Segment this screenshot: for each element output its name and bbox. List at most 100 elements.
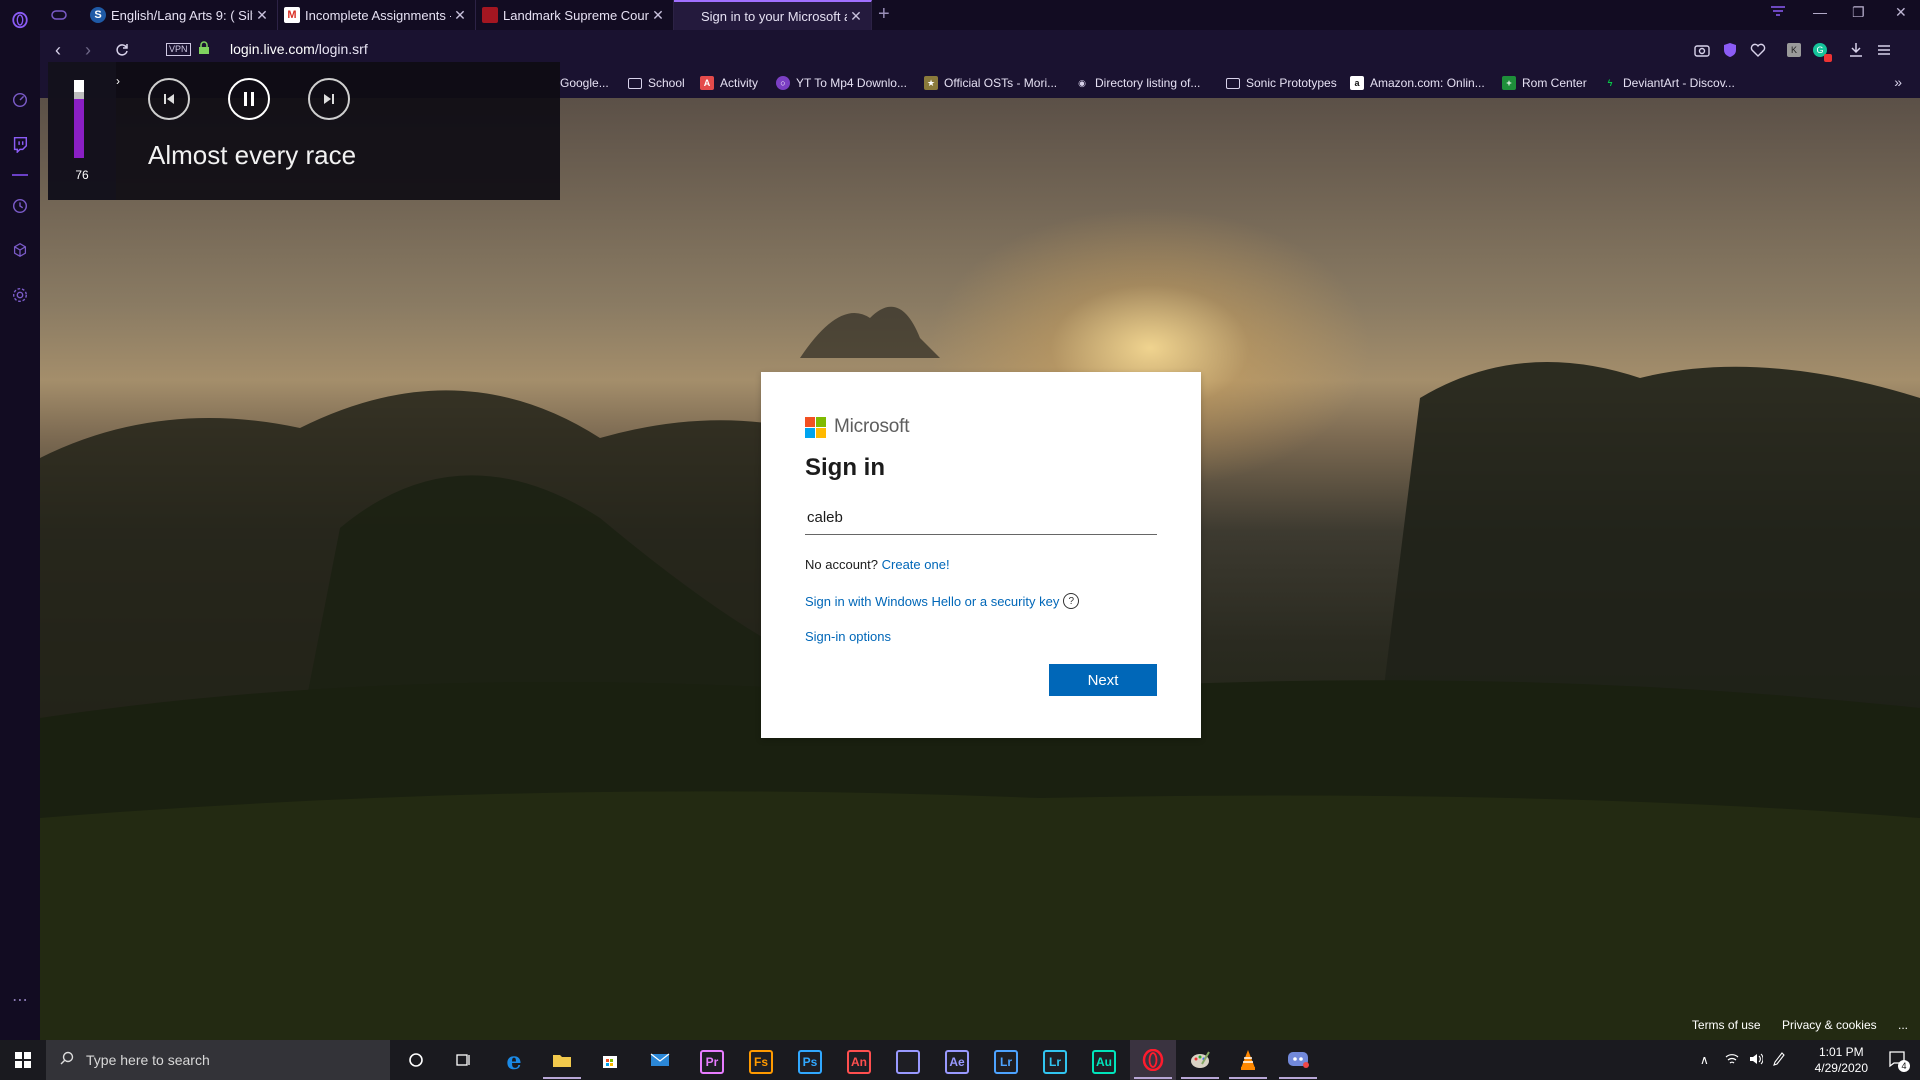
next-button[interactable]: Next: [1049, 664, 1157, 696]
paint-icon[interactable]: [1186, 1046, 1214, 1074]
close-icon[interactable]: ✕: [451, 7, 469, 24]
chevron-up-icon[interactable]: ∧: [1700, 1053, 1709, 1067]
system-tray: ∧: [1700, 1040, 1785, 1080]
workspaces-icon[interactable]: [50, 6, 68, 24]
sign-in-options-link[interactable]: Sign-in options: [805, 629, 891, 644]
create-account-link[interactable]: Create one!: [882, 557, 950, 572]
tab-incomplete-assignments[interactable]: M Incomplete Assignments - ✕: [278, 0, 476, 30]
opera-icon[interactable]: [1139, 1046, 1167, 1074]
tab-english-lang-arts[interactable]: S English/Lang Arts 9: ( Silver ✕: [84, 0, 278, 30]
bookmark-sonic-prototypes[interactable]: Sonic Prototypes: [1226, 76, 1337, 90]
plus-icon: +: [1502, 76, 1516, 90]
help-question-icon[interactable]: ?: [1063, 593, 1080, 609]
reload-icon[interactable]: [110, 38, 134, 62]
next-track-icon[interactable]: [308, 78, 350, 120]
close-window-icon[interactable]: ✕: [1895, 4, 1907, 21]
volume-value: 76: [75, 168, 89, 182]
bookmark-deviantart[interactable]: ϟ DeviantArt - Discov...: [1603, 76, 1735, 90]
windows-hello-row: Sign in with Windows Hello or a security…: [805, 593, 1080, 609]
bookmark-directory-listing[interactable]: ◉ Directory listing of...: [1075, 76, 1200, 90]
photoshop-icon[interactable]: Ps: [798, 1050, 822, 1074]
action-center-icon[interactable]: 4: [1888, 1050, 1910, 1072]
url-field[interactable]: login.live.com/login.srf: [230, 41, 368, 57]
tab-menu-icon[interactable]: [1770, 4, 1786, 21]
sidebar-more-icon[interactable]: ⋯: [8, 988, 32, 1012]
close-icon[interactable]: ✕: [649, 7, 667, 24]
search-icon: [60, 1051, 74, 1070]
settings-gear-icon[interactable]: [8, 283, 32, 307]
volume-icon[interactable]: [1749, 1053, 1764, 1068]
forward-icon[interactable]: ›: [76, 38, 100, 62]
bookmark-school[interactable]: School: [628, 76, 685, 90]
sign-in-options-row: Sign-in options: [805, 629, 891, 644]
bookmark-amazon[interactable]: a Amazon.com: Onlin...: [1350, 76, 1485, 90]
cortana-icon[interactable]: [402, 1046, 430, 1074]
easy-setup-icon[interactable]: [1874, 40, 1894, 60]
bookmark-official-osts[interactable]: ★ Official OSTs - Mori...: [924, 76, 1057, 90]
lightroom-icon[interactable]: Lr: [994, 1050, 1018, 1074]
adblock-shield-icon[interactable]: [1720, 40, 1740, 60]
tab-landmark-supreme-court[interactable]: Landmark Supreme Court ✕: [476, 0, 674, 30]
file-explorer-icon[interactable]: [548, 1046, 576, 1074]
tab-favicon: [482, 7, 498, 23]
back-icon[interactable]: ‹: [46, 38, 70, 62]
store-icon[interactable]: [596, 1046, 624, 1074]
close-icon[interactable]: ✕: [847, 8, 865, 25]
mail-icon[interactable]: [646, 1046, 674, 1074]
bookmark-activity[interactable]: A Activity: [700, 76, 758, 90]
extension-k-icon[interactable]: K: [1784, 40, 1804, 60]
speed-dial-icon[interactable]: [8, 88, 32, 112]
privacy-cookies-link[interactable]: Privacy & cookies: [1782, 1018, 1877, 1032]
tab-microsoft-sign-in[interactable]: Sign in to your Microsoft a ✕: [674, 0, 872, 30]
username-input[interactable]: [805, 502, 1161, 532]
aftereffects-icon[interactable]: Ae: [945, 1050, 969, 1074]
discord-icon[interactable]: [1284, 1046, 1312, 1074]
snapshot-camera-icon[interactable]: [1692, 40, 1712, 60]
windows-start-icon[interactable]: [0, 1040, 46, 1080]
terms-of-use-link[interactable]: Terms of use: [1692, 1018, 1761, 1032]
bookmarks-overflow-icon[interactable]: »: [1894, 74, 1902, 90]
twitch-icon[interactable]: [8, 132, 32, 156]
animate-icon[interactable]: An: [847, 1050, 871, 1074]
history-icon[interactable]: [8, 194, 32, 218]
collapse-chevron-icon[interactable]: ›: [116, 74, 120, 88]
bookmark-label: Activity: [720, 76, 759, 90]
wifi-icon[interactable]: [1725, 1053, 1739, 1068]
fresco-icon[interactable]: Fs: [749, 1050, 773, 1074]
footer-more-icon[interactable]: ...: [1898, 1018, 1908, 1032]
bookmark-google[interactable]: Google...: [560, 76, 609, 90]
extension-grammarly-icon[interactable]: G: [1810, 40, 1832, 62]
minimize-icon[interactable]: —: [1813, 4, 1827, 20]
vpn-badge[interactable]: VPN: [166, 43, 191, 56]
download-icon[interactable]: [1846, 40, 1866, 60]
bookmark-heart-icon[interactable]: [1748, 40, 1768, 60]
premiere-icon[interactable]: Pr: [700, 1050, 724, 1074]
lock-icon[interactable]: [198, 41, 210, 60]
taskbar-clock[interactable]: 1:01 PM 4/29/2020: [1815, 1044, 1868, 1076]
task-view-icon[interactable]: [450, 1046, 478, 1074]
audition-icon[interactable]: Au: [1092, 1050, 1116, 1074]
pause-icon[interactable]: [228, 78, 270, 120]
previous-track-icon[interactable]: [148, 78, 190, 120]
opera-logo-icon[interactable]: [8, 8, 32, 32]
yt-converter-icon: ○: [776, 76, 790, 90]
new-tab-button[interactable]: +: [878, 3, 890, 26]
bookmark-label: Official OSTs - Mori...: [944, 76, 1058, 90]
volume-slider[interactable]: [74, 80, 84, 158]
edge-icon[interactable]: e: [500, 1046, 528, 1075]
volume-slider-fill: [74, 98, 84, 158]
vlc-icon[interactable]: [1234, 1046, 1262, 1074]
gmail-icon: M: [284, 7, 300, 23]
restore-icon[interactable]: ❐: [1852, 4, 1865, 21]
pen-icon[interactable]: [1772, 1051, 1785, 1069]
lightroom-classic-icon[interactable]: Lr: [1043, 1050, 1067, 1074]
close-icon[interactable]: ✕: [253, 7, 271, 24]
bookmark-rom-center[interactable]: + Rom Center: [1502, 76, 1587, 90]
taskbar-search-box[interactable]: Type here to search: [46, 1040, 390, 1080]
volume-slider-thumb[interactable]: [74, 80, 84, 92]
extensions-cube-icon[interactable]: [8, 238, 32, 262]
aftereffects-project-icon[interactable]: [896, 1050, 920, 1074]
windows-hello-link[interactable]: Sign in with Windows Hello or a security…: [805, 594, 1059, 609]
windows-taskbar: Type here to search e Pr Fs Ps An Ae Lr …: [0, 1040, 1920, 1080]
bookmark-yt-to-mp4[interactable]: ○ YT To Mp4 Downlo...: [776, 76, 907, 90]
